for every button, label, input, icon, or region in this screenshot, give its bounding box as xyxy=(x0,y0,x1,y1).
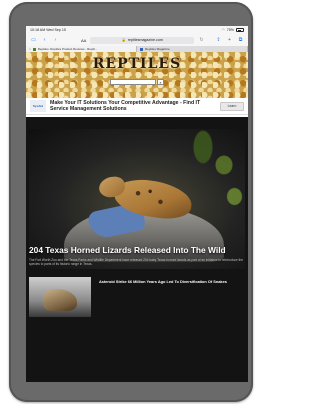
snake-skull-image xyxy=(43,289,77,311)
site-search-input[interactable] xyxy=(110,79,156,85)
tabs-overview-icon[interactable]: ⧉ xyxy=(237,37,244,43)
main-story-summary: The Fort Worth Zoo and the Texas Parks a… xyxy=(29,258,244,266)
tablet-screen: 10:18 AM Wed Sep 15 ◠ 75% ▭ ‹ › AA 🔒 rep… xyxy=(26,26,248,382)
search-icon[interactable]: ⌕ xyxy=(157,79,164,85)
address-bar[interactable]: 🔒 reptilesmagazine.com xyxy=(90,36,194,44)
share-icon[interactable]: ⇪ xyxy=(215,37,222,43)
advertisement-banner[interactable]: SysAid Make Your IT Solutions Your Compe… xyxy=(26,98,248,115)
secondary-story-headline[interactable]: Asteroid Strike 66 Million Years Ago Led… xyxy=(99,279,227,317)
reload-icon[interactable]: ↻ xyxy=(198,37,205,43)
forward-icon[interactable]: › xyxy=(52,37,59,43)
content-area: 204 Texas Horned Lizards Released Into T… xyxy=(26,117,248,382)
tab-label: Reptiles: Reptiles Product Reviews - Rep… xyxy=(37,47,98,51)
site-masthead: REPTILES ⌕ xyxy=(26,52,248,98)
web-page: REPTILES ⌕ SysAid Make Your IT Solutions… xyxy=(26,52,248,382)
tablet-frame: 10:18 AM Wed Sep 15 ◠ 75% ▭ ‹ › AA 🔒 rep… xyxy=(9,2,253,402)
status-bar: 10:18 AM Wed Sep 15 ◠ 75% xyxy=(26,26,248,34)
ad-headline[interactable]: Make Your IT Solutions Your Competitive … xyxy=(50,100,216,112)
main-story-headline[interactable]: 204 Texas Horned Lizards Released Into T… xyxy=(29,245,245,255)
favicon-icon xyxy=(32,47,36,51)
ad-cta-button[interactable]: Learn xyxy=(220,101,244,111)
toolbar-actions: ⇪ + ⧉ xyxy=(215,37,244,43)
reader-aa-button[interactable]: AA xyxy=(81,38,86,43)
battery-icon xyxy=(236,28,244,32)
status-date: Wed Sep 15 xyxy=(46,28,66,32)
secondary-story[interactable]: Asteroid Strike 66 Million Years Ago Led… xyxy=(29,277,245,317)
site-logo[interactable]: REPTILES xyxy=(26,56,248,72)
status-time-date: 10:18 AM Wed Sep 15 xyxy=(30,28,66,32)
battery-percent: 75% xyxy=(226,28,234,32)
address-url: reptilesmagazine.com xyxy=(127,38,163,42)
back-icon[interactable]: ‹ xyxy=(41,37,48,43)
site-search: ⌕ xyxy=(26,79,248,85)
favicon-icon xyxy=(140,47,143,51)
close-tab-icon[interactable]: × xyxy=(29,47,31,51)
new-tab-icon[interactable]: + xyxy=(226,37,233,43)
status-right: ◠ 75% xyxy=(222,28,244,32)
wifi-icon: ◠ xyxy=(221,28,225,32)
sidebar-icon[interactable]: ▭ xyxy=(30,37,37,43)
lock-icon: 🔒 xyxy=(121,38,126,42)
tab-label: Reptiles Magazine xyxy=(145,47,170,51)
secondary-story-thumbnail[interactable] xyxy=(29,277,91,317)
ad-logo: SysAid xyxy=(30,100,46,112)
status-time: 10:18 AM xyxy=(30,28,46,32)
browser-toolbar: ▭ ‹ › AA 🔒 reptilesmagazine.com ↻ ⇪ + ⧉ xyxy=(26,34,248,46)
